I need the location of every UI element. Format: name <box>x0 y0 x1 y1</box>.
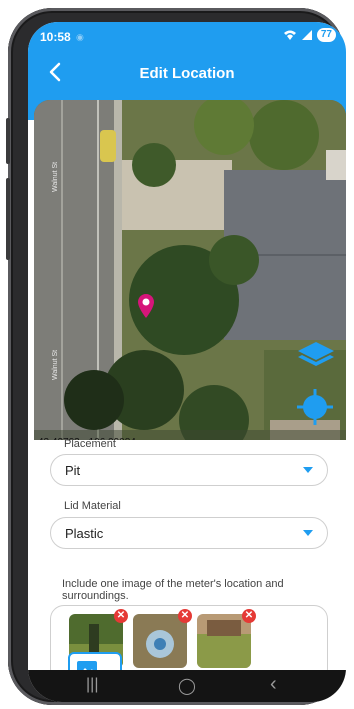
signal-icon <box>301 30 312 40</box>
remove-photo-button[interactable]: ✕ <box>178 609 192 623</box>
home-button[interactable]: ◯ <box>178 676 196 696</box>
lid-material-select[interactable]: Plastic <box>50 517 328 549</box>
photo-thumbnail[interactable] <box>133 614 187 668</box>
remove-photo-button[interactable]: ✕ <box>242 609 256 623</box>
map-view[interactable]: Walnut St Walnut St 43.42703, -106.09084 <box>34 100 346 480</box>
volume-button <box>6 178 10 260</box>
placement-label: Placement <box>64 438 116 450</box>
chevron-down-icon <box>303 530 313 536</box>
notification-dot-icon: ◉ <box>76 32 84 42</box>
layers-button[interactable] <box>296 339 336 371</box>
placement-select[interactable]: Pit <box>50 454 328 486</box>
wifi-icon <box>283 30 296 40</box>
locate-button[interactable] <box>296 388 334 426</box>
lid-material-label: Lid Material <box>64 500 121 512</box>
chevron-down-icon <box>303 467 313 473</box>
placement-value: Pit <box>65 463 81 478</box>
power-button <box>6 118 10 164</box>
street-label-bottom: Walnut St <box>52 349 59 380</box>
status-icons: 77 <box>283 28 336 42</box>
status-time: 10:58 <box>40 30 71 44</box>
remove-photo-button[interactable]: ✕ <box>114 609 128 623</box>
lid-material-value: Plastic <box>65 526 104 541</box>
map-pin-icon[interactable] <box>137 293 155 319</box>
page-title: Edit Location <box>139 65 235 82</box>
status-bar: 10:58 ◉ 77 <box>28 22 346 50</box>
recents-button[interactable]: ||| <box>86 676 98 694</box>
photo-thumbnail[interactable] <box>197 614 251 668</box>
system-nav-bar: ||| ◯ ‹ <box>28 670 346 702</box>
form-panel: Placement Pit Lid Material Plastic Inclu… <box>28 438 346 683</box>
nav-back-button[interactable]: ‹ <box>270 673 277 696</box>
street-label-top: Walnut St <box>52 161 59 192</box>
battery-indicator: 77 <box>316 28 336 42</box>
photo-instructions: Include one image of the meter's locatio… <box>62 578 284 602</box>
screen: 10:58 ◉ 77 Edit Location Walnut St Walnu… <box>28 22 346 702</box>
